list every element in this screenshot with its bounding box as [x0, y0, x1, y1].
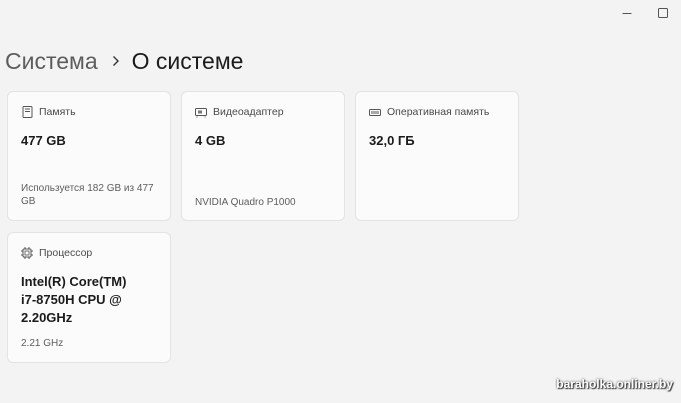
processor-label: Процессор: [39, 247, 93, 259]
processor-card[interactable]: Процессор Intel(R) Core(TM) i7-8750H CPU…: [7, 232, 171, 363]
page-title: О системе: [131, 47, 244, 74]
chevron-right-icon: [112, 55, 120, 67]
breadcrumb-parent-link[interactable]: Система: [5, 48, 98, 75]
minimize-button[interactable]: [609, 0, 645, 26]
window-controls: [609, 0, 681, 26]
watermark: baraholka.onliner.by: [556, 377, 673, 391]
display-adapter-icon: [195, 106, 207, 118]
processor-model: Intel(R) Core(TM) i7-8750H CPU @ 2.20GHz: [21, 274, 127, 325]
storage-usage: Используется 182 GB из 477 GB: [21, 183, 154, 207]
gpu-card[interactable]: Видеоадаптер 4 GB NVIDIA Quadro P1000: [181, 91, 345, 221]
gpu-memory-value: 4 GB: [195, 133, 226, 148]
storage-icon: [21, 106, 33, 118]
processor-speed: 2.21 GHz: [21, 338, 64, 349]
processor-icon: [21, 247, 33, 259]
ram-card[interactable]: Оперативная память 32,0 ГБ: [355, 91, 519, 221]
storage-card[interactable]: Память 477 GB Используется 182 GB из 477…: [7, 91, 171, 221]
ram-value: 32,0 ГБ: [369, 133, 415, 148]
gpu-label: Видеоадаптер: [213, 106, 284, 118]
minimize-icon: [622, 8, 632, 18]
gpu-name: NVIDIA Quadro P1000: [195, 197, 296, 208]
storage-value: 477 GB: [21, 133, 66, 148]
ram-icon: [369, 106, 381, 118]
maximize-button[interactable]: [645, 0, 681, 26]
maximize-icon: [658, 8, 668, 18]
storage-label: Память: [39, 106, 76, 118]
breadcrumb: Система О системе: [5, 44, 243, 78]
ram-label: Оперативная память: [387, 106, 490, 118]
